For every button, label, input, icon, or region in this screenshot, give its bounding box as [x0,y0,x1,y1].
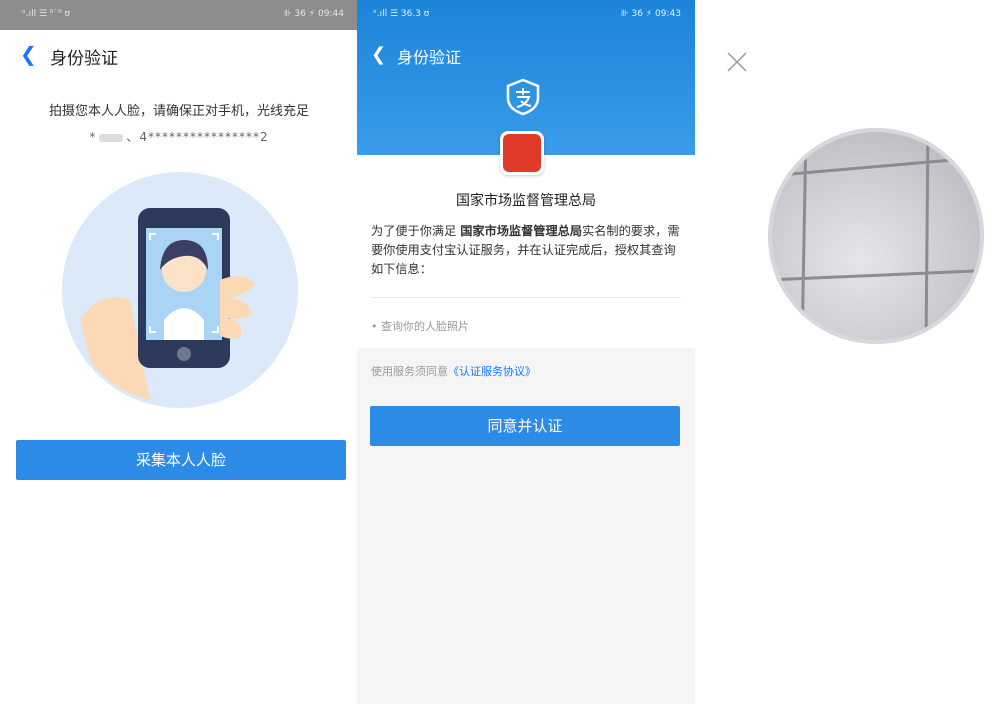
masked-id: * 、4****************2 [0,128,358,145]
agreement-link[interactable]: 《认证服务协议》 [448,365,536,378]
face-scan-illustration [62,172,298,408]
agency-emblem-icon [500,131,544,175]
desc-agency: 国家市场监督管理总局 [460,224,583,238]
agency-name: 国家市场监督管理总局 [456,193,596,209]
capture-face-button[interactable]: 采集本人人脸 [16,440,346,480]
redacted-block [99,133,124,142]
consent-description: 为了便于你满足 国家市场监督管理总局实名制的要求，需要你使用支付宝认证服务，并在… [371,222,683,279]
masked-id-prefix: * [89,130,97,144]
agreement-text: 使用服务须同意《认证服务协议》 [371,363,536,379]
close-icon[interactable] [725,50,749,74]
nav-bar: ❮ 身份验证 [0,30,358,80]
national-emblem-icon [503,134,541,172]
permission-item: • 查询你的人脸照片 [371,320,469,333]
camera-screen [695,0,998,704]
desc-pre: 为了便于你满足 [371,224,461,238]
camera-preview [768,128,984,344]
back-icon[interactable]: ❮ [20,44,37,64]
agreement-pre: 使用服务须同意 [371,365,448,378]
masked-id-suffix: 、4****************2 [126,130,269,144]
auth-consent-screen: ᵒ.ıll ☰ 36.3 ʊ ⊪ 36 ⚡ 09:43 ❮ 身份验证 国家市场监… [357,0,695,704]
status-bar: ᵒ.ıll ☰ 36.3 ʊ ⊪ 36 ⚡ 09:43 [357,0,695,30]
agree-and-verify-button[interactable]: 同意并认证 [370,406,680,446]
status-bar-right: ⊪ 36 ⚡ 09:44 [283,9,344,19]
divider [371,297,681,298]
face-capture-screen: ᵒ.ıll ☰ ⁰˙⁰ ʊ ⊪ 36 ⚡ 09:44 ❮ 身份验证 拍摄您本人人… [0,0,358,704]
alipay-shield-icon [506,78,540,116]
status-bar-right: ⊪ 36 ⚡ 09:43 [620,9,681,19]
status-bar-left: ᵒ.ıll ☰ 36.3 ʊ [373,9,430,19]
page-title: 身份验证 [50,49,118,69]
page-title: 身份验证 [397,48,462,67]
status-bar-left: ᵒ.ıll ☰ ⁰˙⁰ ʊ [22,9,71,19]
status-bar: ᵒ.ıll ☰ ⁰˙⁰ ʊ ⊪ 36 ⚡ 09:44 [0,0,358,30]
instruction-text: 拍摄您本人人脸，请确保正对手机，光线充足 [48,104,309,119]
back-icon[interactable]: ❮ [371,44,386,65]
